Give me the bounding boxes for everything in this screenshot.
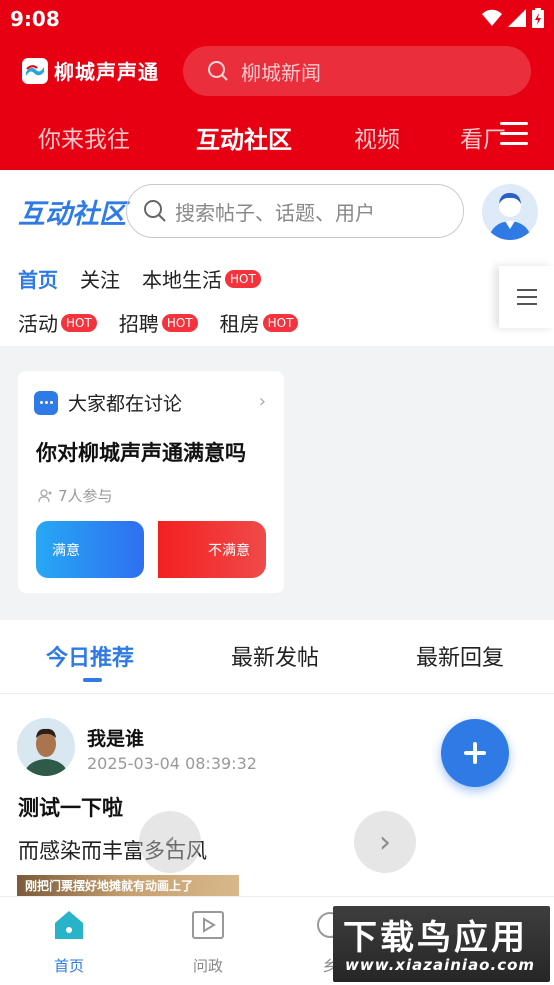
- tab-latest-posts[interactable]: 最新发帖: [231, 640, 319, 672]
- vote-unsatisfied-button[interactable]: 不满意: [158, 521, 266, 578]
- status-icons: [482, 8, 544, 28]
- create-post-button[interactable]: [441, 719, 509, 787]
- category-events[interactable]: 活动 HOT: [18, 308, 97, 337]
- nav-wenzheng[interactable]: 问政: [158, 897, 258, 985]
- carousel-prev-icon[interactable]: ‹: [139, 811, 201, 873]
- post-timestamp: 2025-03-04 08:39:32: [87, 754, 257, 773]
- hot-badge: HOT: [61, 313, 97, 332]
- post-title[interactable]: 测试一下啦: [18, 792, 123, 822]
- status-bar: 9:08: [0, 0, 554, 38]
- watermark-title: 下载鸟应用: [343, 918, 528, 958]
- main-tabs: 你来我往 互动社区 视频 看厂: [0, 112, 554, 162]
- category-menu-icon[interactable]: [499, 266, 554, 328]
- chevron-right-icon[interactable]: ›: [259, 391, 266, 412]
- home-icon: [55, 911, 83, 939]
- category-follow[interactable]: 关注: [80, 264, 120, 293]
- search-icon: [208, 61, 228, 81]
- nav-wenzheng-label: 问政: [192, 957, 223, 975]
- top-search-placeholder: 柳城新闻: [241, 60, 321, 85]
- battery-icon: [532, 8, 544, 28]
- tab-indicator: [83, 678, 102, 682]
- post-image[interactable]: 刚把门票摆好地摊就有动画上了: [17, 875, 239, 897]
- category-rent[interactable]: 租房 HOT: [220, 308, 299, 337]
- nav-home-label: 首页: [53, 957, 84, 975]
- app-name: 柳城声声通: [54, 60, 159, 84]
- community-search-placeholder: 搜索帖子、话题、用户: [175, 200, 375, 225]
- nav-home[interactable]: 首页: [19, 897, 119, 985]
- app-logo-icon: [22, 57, 48, 84]
- hot-badge: HOT: [262, 313, 299, 332]
- category-local-life[interactable]: 本地生活 HOT: [142, 264, 261, 293]
- post-author-name[interactable]: 我是谁: [87, 724, 144, 751]
- menu-icon[interactable]: [500, 122, 528, 148]
- tab-nilaiwowang[interactable]: 你来我往: [38, 120, 130, 154]
- tab-today-recommend[interactable]: 今日推荐: [46, 640, 134, 672]
- hot-badge: HOT: [225, 269, 261, 288]
- signal-icon: [508, 9, 526, 27]
- participants-count: 7人参与: [58, 487, 113, 505]
- category-jobs[interactable]: 招聘 HOT: [119, 308, 198, 337]
- vote-satisfied-button[interactable]: 满意: [36, 521, 144, 578]
- discussion-header-label: 大家都在讨论: [68, 393, 183, 415]
- category-row-2: 活动 HOT 招聘 HOT 租房 HOT: [18, 308, 320, 337]
- discussion-question: 你对柳城声声通满意吗: [36, 441, 246, 465]
- video-play-icon: [192, 911, 224, 939]
- feed-tabs: 今日推荐 最新发帖 最新回复: [0, 620, 554, 694]
- category-row-1: 首页 关注 本地生活 HOT: [18, 264, 283, 293]
- watermark-logo: 下载鸟应用 www.xiazainiao.com: [333, 906, 550, 982]
- category-home[interactable]: 首页: [18, 264, 58, 293]
- post-author-avatar[interactable]: [17, 718, 75, 776]
- top-search-bar[interactable]: 柳城新闻: [183, 46, 531, 96]
- community-title: 互动社区: [18, 199, 126, 230]
- people-icon: [38, 488, 52, 502]
- app-header: 9:08 柳城声声通 柳城新闻 你来我往 互动社区 视频 看厂: [0, 0, 554, 170]
- chat-icon: [34, 390, 58, 415]
- discussion-header: 大家都在讨论: [34, 389, 182, 416]
- tab-community[interactable]: 互动社区: [196, 120, 292, 155]
- tab-latest-replies[interactable]: 最新回复: [416, 640, 504, 672]
- wifi-icon: [482, 9, 502, 26]
- hot-badge: HOT: [161, 313, 198, 332]
- status-time: 9:08: [10, 7, 60, 31]
- participants: 7人参与: [38, 485, 113, 506]
- discussion-card[interactable]: 大家都在讨论 › 你对柳城声声通满意吗 7人参与 满意 不满意: [18, 371, 284, 593]
- tab-video[interactable]: 视频: [354, 120, 400, 154]
- search-icon: [144, 200, 166, 222]
- community-search-bar[interactable]: 搜索帖子、话题、用户: [126, 184, 464, 238]
- user-avatar[interactable]: [482, 184, 538, 240]
- carousel-next-icon[interactable]: ›: [354, 811, 416, 873]
- community-header: 互动社区 搜索帖子、话题、用户 首页 关注 本地生活 HOT 活动 HOT 招聘 HO…: [0, 170, 554, 346]
- post-image-caption: 刚把门票摆好地摊就有动画上了: [25, 879, 194, 893]
- watermark-url: www.xiazainiao.com: [345, 956, 536, 974]
- app-logo: 柳城声声通: [22, 56, 159, 85]
